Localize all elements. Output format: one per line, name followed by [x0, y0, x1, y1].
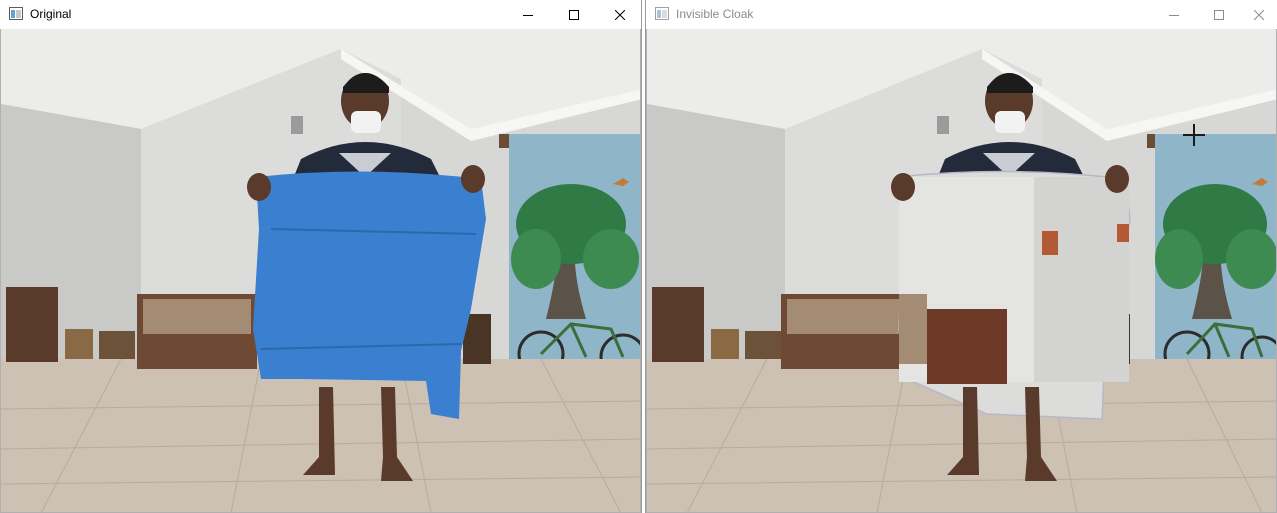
close-icon	[1254, 9, 1264, 20]
sofa-through-cloak	[899, 294, 927, 364]
original-window: Original	[0, 0, 642, 513]
invisible-cloak-window: Invisible Cloak	[645, 0, 1277, 513]
titlebar[interactable]: Invisible Cloak	[646, 0, 1277, 29]
sofa-cushions	[143, 299, 251, 334]
wall-frame	[1042, 231, 1058, 255]
app-window-icon	[655, 7, 669, 20]
mural-tree-canopy-left	[1155, 229, 1203, 289]
close-button[interactable]	[1236, 0, 1277, 29]
room-scene	[1, 29, 640, 512]
room-scene	[647, 29, 1276, 512]
face-mask	[351, 111, 381, 133]
background-wall-through-cloak	[1034, 177, 1129, 382]
minimize-icon	[523, 14, 533, 16]
close-button[interactable]	[597, 0, 641, 29]
picture-frame	[745, 331, 781, 359]
person-hand-right	[1105, 165, 1129, 193]
person-hand-right	[461, 165, 485, 193]
titlebar[interactable]: Original	[0, 0, 641, 29]
face-mask	[995, 111, 1025, 133]
maximize-button[interactable]	[551, 0, 597, 29]
picture-frame	[99, 331, 135, 359]
mural-tree-canopy-right	[583, 229, 639, 289]
window-title: Invisible Cloak	[676, 7, 754, 21]
mural-tree-canopy-right	[1226, 229, 1276, 289]
close-icon	[615, 9, 625, 20]
maximize-icon	[1214, 9, 1224, 20]
wooden-chair	[6, 287, 58, 362]
picture-frame	[65, 329, 93, 359]
window-title: Original	[30, 7, 72, 21]
armchair-through-cloak	[927, 309, 1007, 384]
wall-frame	[1117, 224, 1129, 242]
cloak-video-frame	[646, 29, 1277, 513]
mural-tree-canopy-left	[511, 229, 561, 289]
person-hand-left	[247, 173, 271, 201]
wall-lamp	[291, 116, 303, 134]
wall-lamp	[937, 116, 949, 134]
maximize-icon	[569, 9, 579, 20]
minimize-icon	[1169, 14, 1179, 16]
minimize-button[interactable]	[505, 0, 551, 29]
wooden-chair	[652, 287, 704, 362]
person-hand-left	[891, 173, 915, 201]
picture-frame	[711, 329, 739, 359]
minimize-button[interactable]	[1151, 0, 1197, 29]
original-video-frame	[0, 29, 641, 513]
app-window-icon	[9, 7, 23, 20]
